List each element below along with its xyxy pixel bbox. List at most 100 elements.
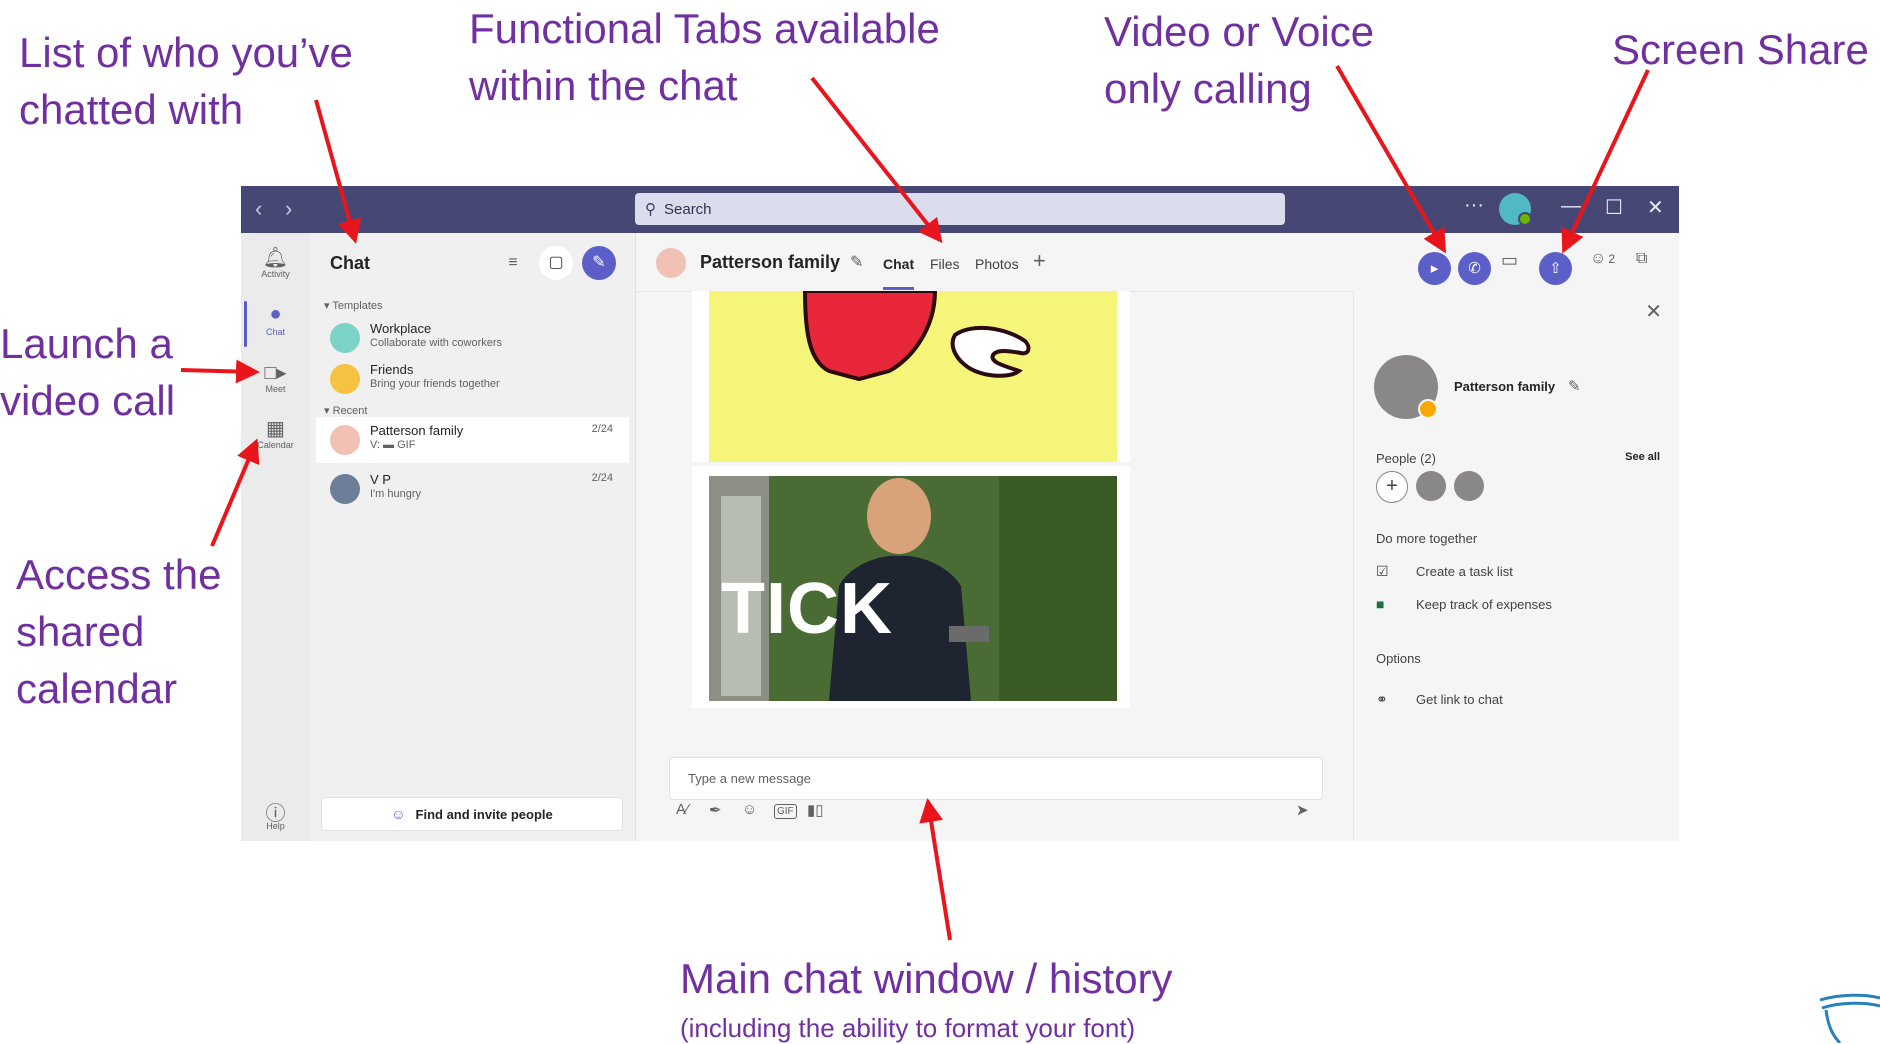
help-icon: ⓘ (265, 803, 286, 825)
poll-icon[interactable]: ▮▯ (807, 801, 824, 819)
action-label: Keep track of expenses (1416, 597, 1552, 612)
list-item-date: 2/24 (591, 423, 613, 435)
annotation-functional-tabs: Functional Tabs available within the cha… (469, 5, 940, 109)
open-window-icon[interactable]: ⧉ (1636, 250, 1647, 268)
rail-item-calendar[interactable]: ▦ Calendar (241, 416, 310, 450)
rail-item-label: Calendar (257, 440, 294, 450)
message-composer[interactable] (669, 757, 1323, 800)
audio-call-button[interactable]: ✆ (1458, 252, 1491, 285)
pop-out-icon[interactable]: ▭ (1501, 250, 1518, 271)
see-all-link[interactable]: See all (1625, 451, 1660, 463)
excel-icon: ■ (1376, 596, 1385, 612)
find-invite-people-button[interactable]: ☺ Find and invite people (321, 797, 623, 831)
participant-avatar[interactable] (1454, 471, 1484, 501)
annotation-calendar: Access the shared calendar (16, 551, 222, 712)
list-item-desc: Bring your friends together (370, 378, 500, 390)
title-bar: ‹ › ⚲ ··· — ☐ ✕ (241, 186, 1679, 233)
tab-photos[interactable]: Photos (975, 256, 1019, 272)
invite-label: Find and invite people (415, 806, 553, 822)
rail-item-chat[interactable]: ● Chat (241, 301, 310, 347)
chevron-right-icon[interactable]: › (285, 196, 292, 222)
minimize-icon[interactable]: — (1561, 195, 1581, 218)
calendar-icon: ▦ (266, 418, 285, 440)
search-input[interactable] (662, 199, 1226, 219)
close-icon[interactable]: ✕ (1647, 195, 1664, 220)
video-icon: □▸ (264, 362, 287, 384)
details-group-name: Patterson family (1454, 379, 1556, 394)
add-person-button[interactable]: + (1376, 471, 1408, 503)
avatar[interactable] (1499, 193, 1532, 226)
emoji-icon[interactable]: ☺ (742, 801, 757, 818)
app-rail: 🔔︎ Activity ● Chat □▸ Meet ▦ Calendar ⓘ … (241, 233, 310, 841)
tab-files[interactable]: Files (930, 256, 960, 272)
annotation-main-window: Main chat window / history (680, 955, 1173, 1002)
list-item-name: V P (370, 472, 391, 487)
pencil-icon[interactable]: ✎ (1568, 377, 1581, 395)
message-input[interactable] (686, 758, 1310, 799)
ellipsis-icon[interactable]: ··· (1464, 194, 1484, 217)
rail-item-meet[interactable]: □▸ Meet (241, 360, 310, 394)
avatar (330, 474, 360, 504)
attach-icon[interactable]: ✒ (709, 801, 722, 819)
pencil-icon[interactable]: ✎ (850, 252, 863, 272)
track-expenses-item[interactable]: ■ Keep track of expenses (1376, 596, 1676, 616)
section-label-recent[interactable]: ▾ Recent (324, 404, 367, 417)
annotation-main-window-sub: (including the ability to format your fo… (680, 1013, 1136, 1043)
participant-avatar[interactable] (1416, 471, 1446, 501)
section-label-templates[interactable]: ▾ Templates (324, 299, 383, 312)
message-card: TICK (692, 466, 1130, 708)
teams-window: ‹ › ⚲ ··· — ☐ ✕ 🔔︎ Activity ● Chat □▸ Me… (241, 186, 1679, 841)
section-label-text: Templates (332, 300, 383, 312)
search-box[interactable]: ⚲ (635, 193, 1285, 225)
participants-icon[interactable]: ☺ 2 (1590, 250, 1615, 268)
get-link-item[interactable]: ⚭ Get link to chat (1376, 691, 1676, 711)
chat-list-pane: Chat ≡ ▢ ✎ ▾ Templates Workplace Collabo… (310, 233, 636, 841)
link-icon: ⚭ (1376, 691, 1388, 707)
rail-item-label: Help (266, 821, 285, 831)
rail-item-activity[interactable]: 🔔︎ Activity (241, 245, 310, 279)
heart-gif (709, 289, 1117, 462)
filter-button[interactable]: ≡ (496, 246, 530, 280)
do-more-label: Do more together (1376, 531, 1478, 546)
meet-now-button[interactable]: ▢ (539, 246, 573, 280)
people-label: People (2) (1376, 451, 1436, 466)
list-item-date: 2/24 (591, 472, 613, 484)
rail-item-label: Chat (265, 327, 285, 337)
action-label: Get link to chat (1416, 692, 1503, 707)
format-icon[interactable]: A⁄ (676, 801, 689, 818)
list-item-template-workplace[interactable]: Workplace Collaborate with coworkers (316, 315, 629, 361)
rail-item-help[interactable]: ⓘ Help (241, 797, 310, 831)
list-item-patterson-family[interactable]: Patterson family V: ▬ GIF 2/24 (316, 417, 629, 463)
status-available-dot (1518, 212, 1532, 226)
rail-item-label: Meet (265, 384, 286, 394)
chat-icon: ● (269, 303, 282, 325)
list-item-name: Patterson family (370, 423, 464, 438)
chevron-left-icon[interactable]: ‹ (255, 196, 262, 222)
list-item-vp[interactable]: V P I'm hungry 2/24 (316, 466, 629, 512)
participant-count: 2 (1608, 252, 1616, 266)
close-icon[interactable]: ✕ (1645, 299, 1662, 324)
list-item-desc: Collaborate with coworkers (370, 337, 503, 349)
tick-gif: TICK (709, 476, 1117, 701)
details-pane: ✕ Patterson family ✎ People (2) See all … (1353, 291, 1679, 841)
list-item-template-friends[interactable]: Friends Bring your friends together (316, 356, 629, 402)
video-call-button[interactable]: ▸ (1418, 252, 1451, 285)
tab-chat[interactable]: Chat (883, 256, 915, 290)
create-task-list-item[interactable]: ☑ Create a task list (1376, 563, 1676, 583)
list-item-name: Friends (370, 362, 414, 377)
bell-icon: 🔔︎ (262, 247, 289, 269)
maximize-icon[interactable]: ☐ (1605, 195, 1623, 220)
group-avatar (656, 248, 686, 278)
section-label-text: Recent (332, 405, 368, 417)
add-tab-icon[interactable]: + (1033, 248, 1046, 274)
action-label: Create a task list (1416, 564, 1513, 579)
task-list-icon: ☑ (1376, 563, 1389, 579)
gif-icon[interactable]: GIF (774, 804, 797, 819)
options-label: Options (1376, 651, 1421, 666)
new-chat-button[interactable]: ✎ (582, 246, 616, 280)
screen-share-button[interactable]: ⇧ (1539, 252, 1572, 285)
chat-list-title: Chat (330, 253, 370, 273)
chat-header: Patterson family ✎ Chat Files Photos + ▸… (636, 233, 1679, 292)
annotation-screen-share: Screen Share (1612, 26, 1869, 73)
send-icon[interactable]: ➤ (1296, 801, 1309, 819)
